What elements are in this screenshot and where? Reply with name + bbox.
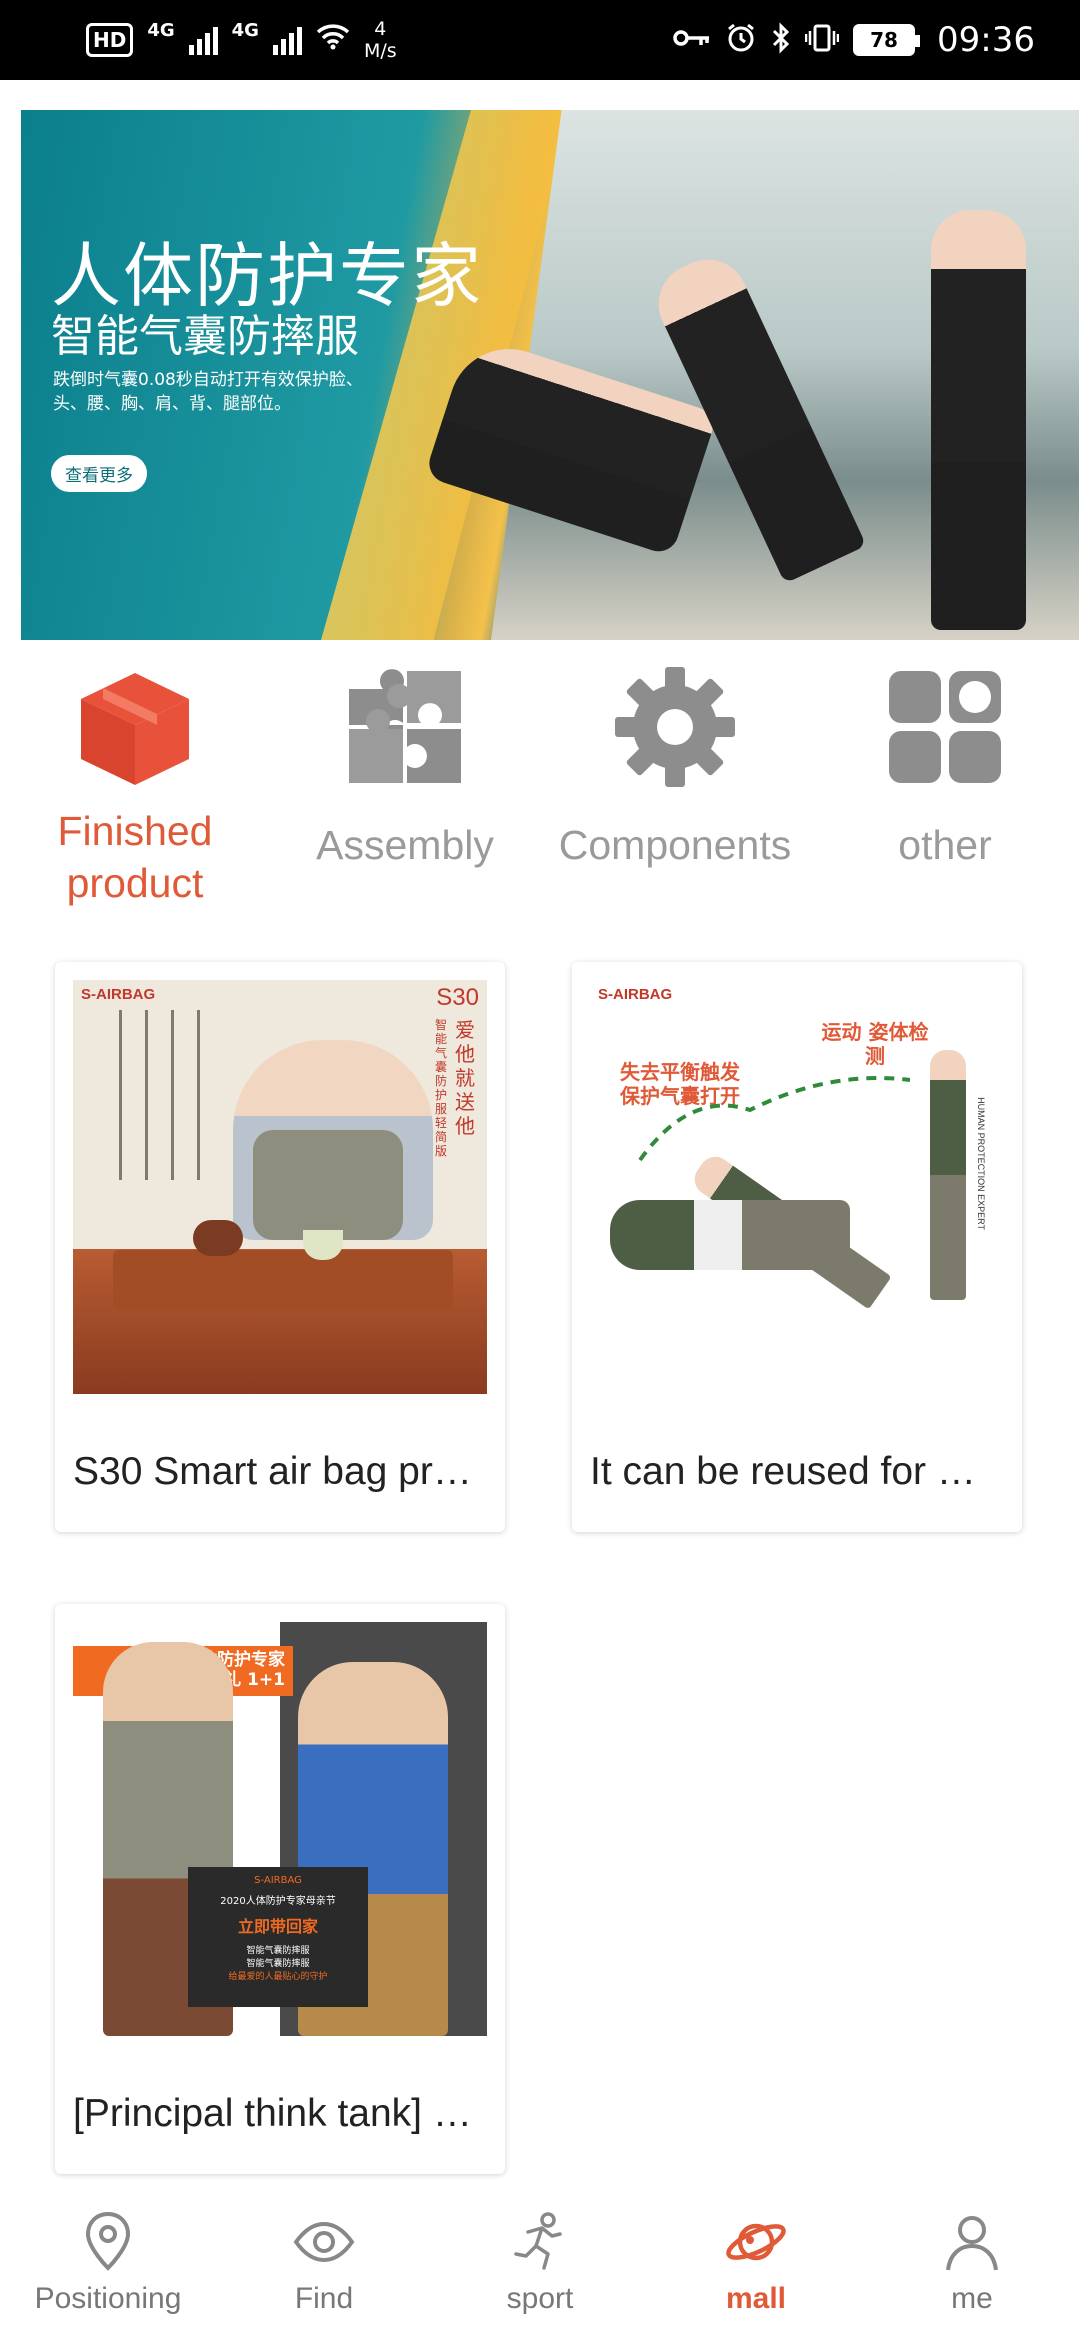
- category-label: Finished product: [0, 805, 270, 909]
- product-image: S-AIRBAG S30 爱他就送他 智能气囊防护服轻简版: [73, 980, 487, 1394]
- status-right: 78 09:36: [673, 20, 1035, 60]
- airbag-vest: [253, 1130, 403, 1240]
- banner-more-button[interactable]: 查看更多: [51, 455, 147, 492]
- tea-table: [113, 1250, 453, 1310]
- person-sitting: [610, 1200, 850, 1270]
- banner-subtitle: 智能气囊防摔服: [51, 311, 359, 362]
- nav-find[interactable]: Find: [216, 2180, 432, 2340]
- product-slogan: 爱他就送他: [455, 1018, 475, 1138]
- calligraphy-scroll: [103, 1010, 213, 1180]
- product-tag: 智能气囊防护服轻简版: [435, 1018, 448, 1158]
- brand-name: S-AIRBAG: [598, 986, 673, 1003]
- side-caption: HUMAN PROTECTION EXPERT: [976, 1097, 986, 1230]
- poster-sub2: 智能气囊防摔服: [246, 1959, 310, 1969]
- promo-banner[interactable]: 人体防护专家 智能气囊防摔服 跌倒时气囊0.08秒自动打开有效保护脸、头、腰、胸…: [21, 110, 1079, 640]
- nav-label: sport: [506, 2282, 574, 2315]
- nav-me[interactable]: me: [864, 2180, 1080, 2340]
- speed-unit: M/s: [363, 40, 397, 62]
- poster-brand: S-AIRBAG: [254, 1875, 302, 1886]
- category-assembly[interactable]: Assembly: [270, 665, 540, 925]
- product-card[interactable]: S-AIRBAG S30 爱他就送他 智能气囊防护服轻简版 S30 Smart …: [55, 962, 505, 1532]
- promo-poster: S-AIRBAG 2020人体防护专家母亲节 立即带回家 智能气囊防摔服 智能气…: [188, 1867, 368, 2007]
- category-label-line1: Finished: [57, 808, 213, 854]
- category-label: other: [898, 822, 992, 868]
- product-image: S-AIRBAG 运动 姿体检测 失去平衡触发 保护气囊打开 HUMAN PRO…: [590, 980, 1004, 1394]
- bluetooth-icon: [771, 22, 791, 58]
- poster-headline: 2020人体防护专家母亲节: [220, 1896, 336, 1907]
- category-label: Assembly: [316, 822, 494, 868]
- location-pin-icon: [85, 2211, 131, 2271]
- signal-icon: [188, 25, 218, 55]
- category-label: Components: [558, 822, 792, 868]
- speed-value: 4: [374, 18, 387, 40]
- product-model: S30: [436, 984, 479, 1011]
- clock: 09:36: [937, 20, 1035, 60]
- nav-label: me: [951, 2282, 993, 2315]
- category-label-line2: product: [66, 860, 204, 906]
- hd-badge: HD: [86, 23, 134, 57]
- product-title: It can be reused for mi...: [590, 1450, 1004, 1493]
- nav-label: Find: [294, 2282, 354, 2315]
- nav-label: Positioning: [34, 2282, 182, 2315]
- box-icon: [81, 673, 189, 785]
- gear-icon: [615, 667, 735, 787]
- poster-sub1: 智能气囊防摔服: [246, 1946, 310, 1956]
- product-title: [Principal think tank] el...: [73, 2092, 487, 2135]
- product-card[interactable]: S-AIRBAG 运动 姿体检测 失去平衡触发 保护气囊打开 HUMAN PRO…: [572, 962, 1022, 1532]
- network-speed: 4 M/s: [364, 18, 397, 62]
- vibrate-icon: [804, 23, 840, 57]
- product-card[interactable]: 人体防护专家 母亲节献礼 1+1 S-AIRBAG 2020人体防护专家母亲节 …: [55, 1604, 505, 2174]
- bottom-navigation: Positioning Find sport mall me: [0, 2180, 1080, 2340]
- category-other[interactable]: other: [810, 665, 1080, 925]
- motion-arc: [638, 1076, 911, 1162]
- running-person-icon: [514, 2212, 562, 2270]
- poster-main: 立即带回家: [237, 1917, 318, 1936]
- nav-positioning[interactable]: Positioning: [0, 2180, 216, 2340]
- category-components[interactable]: Components: [540, 665, 810, 925]
- product-title: S30 Smart air bag prot...: [73, 1450, 487, 1493]
- brand-name: S-AIRBAG: [81, 986, 156, 1003]
- banner-description: 跌倒时气囊0.08秒自动打开有效保护脸、头、腰、胸、肩、背、腿部位。: [53, 370, 363, 414]
- signal-icon-2: [272, 25, 302, 55]
- banner-person-standing: [931, 210, 1026, 630]
- poster-cta: 给最爱的人最贴心的守护: [228, 1972, 328, 1982]
- network-type-1: 4G: [147, 19, 175, 41]
- teapot: [193, 1220, 243, 1256]
- nav-label: mall: [725, 2282, 787, 2315]
- wifi-icon: [316, 22, 350, 58]
- brand-logo: S-AIRBAG: [81, 986, 155, 1003]
- person-icon: [946, 2216, 998, 2271]
- category-finished-product[interactable]: Finished product: [0, 665, 270, 925]
- puzzle-icon: [349, 669, 461, 783]
- planet-icon: [726, 2223, 786, 2261]
- battery-indicator: 78: [853, 24, 921, 56]
- key-icon: [673, 27, 711, 53]
- alarm-icon: [725, 22, 757, 58]
- status-left: HD 4G 4G 4 M/s: [86, 18, 397, 62]
- person-standing: [930, 1050, 966, 1300]
- grid-icon: [889, 671, 1001, 783]
- product-image: 人体防护专家 母亲节献礼 1+1 S-AIRBAG 2020人体防护专家母亲节 …: [73, 1622, 487, 2036]
- brand-logo: S-AIRBAG: [598, 986, 672, 1003]
- network-type-2: 4G: [231, 19, 259, 41]
- nav-mall[interactable]: mall: [648, 2180, 864, 2340]
- nav-sport[interactable]: sport: [432, 2180, 648, 2340]
- eye-icon: [293, 2221, 355, 2263]
- status-bar: HD 4G 4G 4 M/s 78 09:36: [0, 0, 1080, 80]
